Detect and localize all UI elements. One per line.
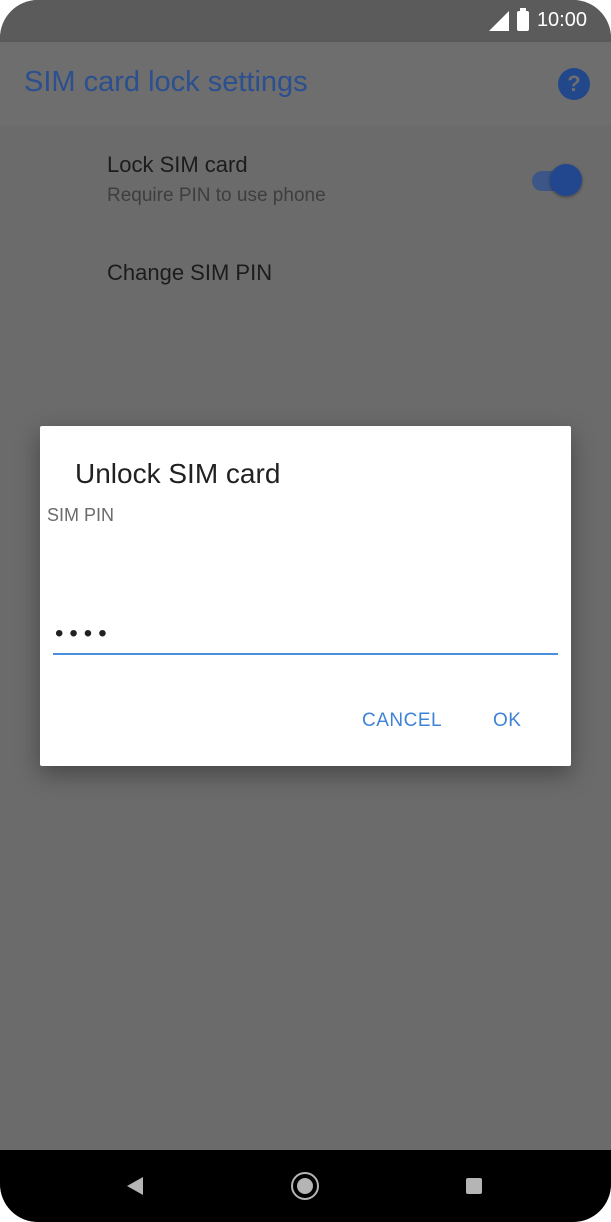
input-underline [53, 653, 558, 655]
cancel-button[interactable]: CANCEL [356, 706, 448, 736]
page-title: SIM card lock settings [24, 66, 308, 98]
sim-pin-label: SIM PIN [47, 505, 115, 525]
recents-icon[interactable] [466, 1178, 482, 1194]
dialog-title: Unlock SIM card [75, 458, 281, 489]
back-icon[interactable] [127, 1177, 143, 1195]
battery-icon [516, 7, 529, 31]
status-bar: 10:00 [0, 0, 611, 42]
lock-sim-card-subtitle: Require PIN to use phone [107, 185, 326, 206]
lock-sim-card-title: Lock SIM card [107, 152, 248, 177]
phone-screen: 10:00 SIM card lock settings ? Lock SIM … [0, 0, 611, 1222]
status-time: 10:00 [536, 9, 587, 31]
change-sim-pin-title: Change SIM PIN [107, 260, 273, 285]
ok-button[interactable]: OK [487, 706, 527, 736]
status-icons: 10:00 [488, 7, 587, 32]
sim-pin-input[interactable] [53, 616, 561, 652]
home-icon[interactable] [291, 1172, 319, 1200]
signal-icon [488, 10, 509, 31]
navigation-bar [0, 1150, 611, 1222]
help-icon[interactable]: ? [558, 68, 590, 100]
app-bar: SIM card lock settings ? [0, 42, 611, 126]
toggle-thumb [550, 164, 582, 196]
unlock-sim-dialog: Unlock SIM card SIM PIN CANCEL OK [40, 426, 571, 766]
